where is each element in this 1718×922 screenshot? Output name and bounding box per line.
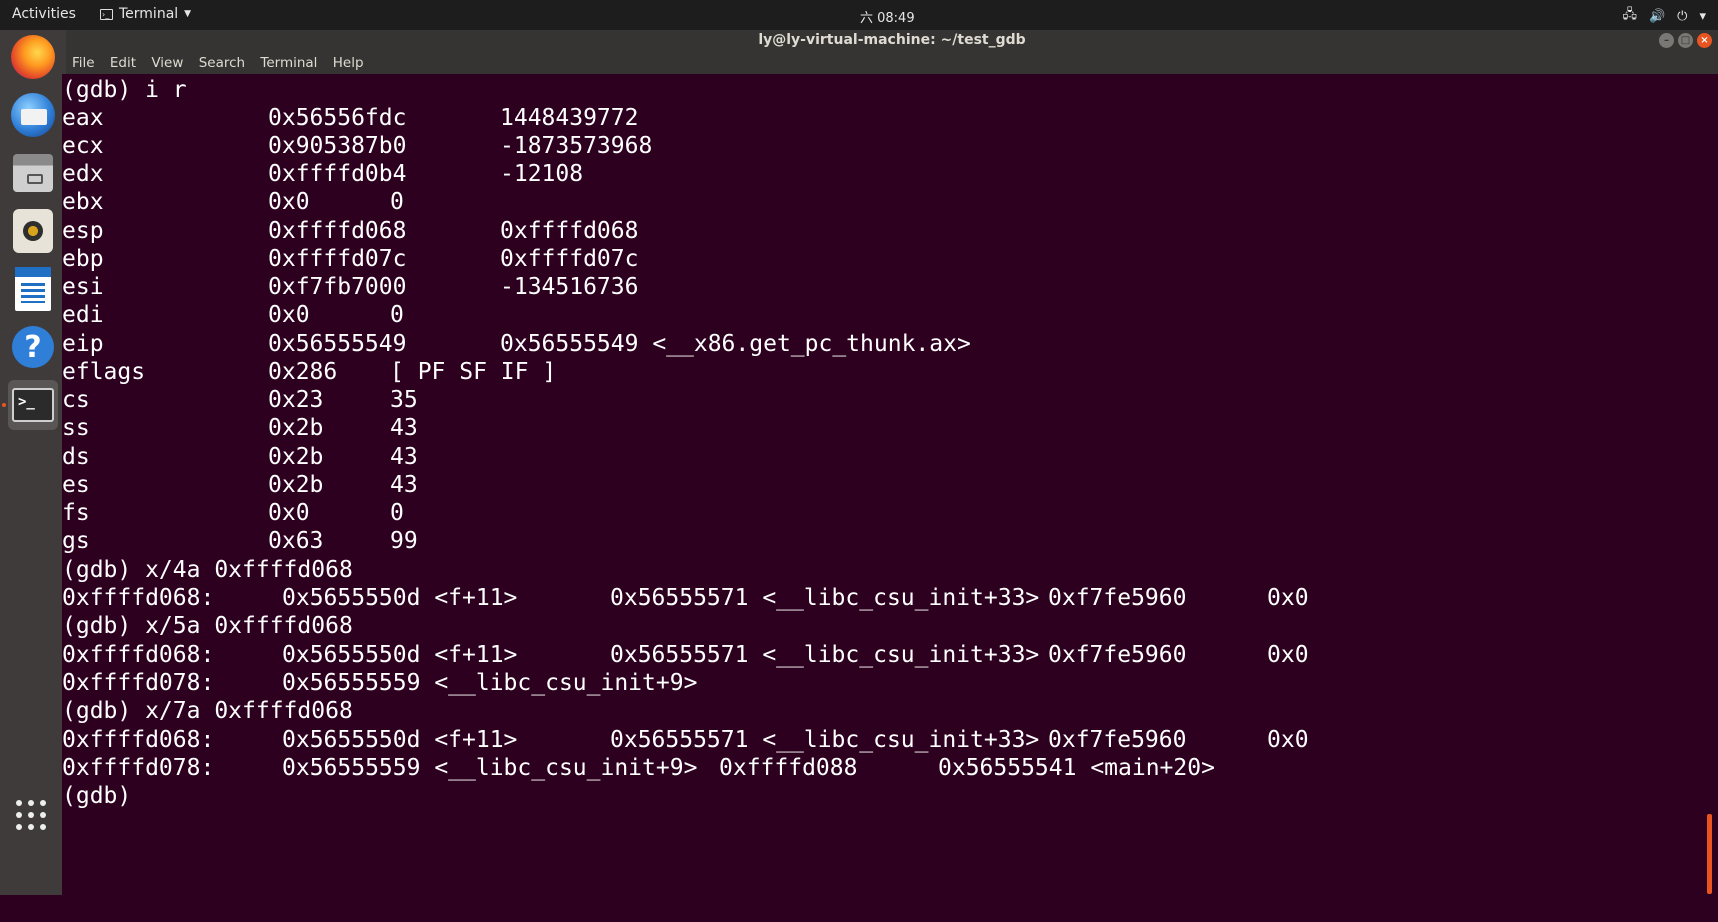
- clock[interactable]: 六 08:49: [860, 7, 915, 26]
- memory-row: 0xffffd068: 0x5655550d <f+11> 0x56555571…: [62, 727, 1309, 753]
- menu-edit[interactable]: Edit: [104, 52, 141, 71]
- memory-row: 0xffffd078: 0x56555559 <__libc_csu_init+…: [62, 755, 1215, 781]
- close-icon[interactable]: ×: [1697, 33, 1712, 48]
- running-indicator: [2, 403, 6, 407]
- register-row: ss 0x2b 43: [62, 415, 418, 441]
- system-tray[interactable]: 🖧 🔊 ⏻ ▾: [1622, 5, 1706, 27]
- register-row: esi 0xf7fb7000 -134516736: [62, 274, 639, 300]
- dock-files[interactable]: [8, 148, 58, 198]
- dock-thunderbird[interactable]: [8, 90, 58, 140]
- register-row: esp 0xffffd068 0xffffd068: [62, 218, 639, 244]
- thunderbird-icon: [11, 93, 55, 137]
- volume-icon[interactable]: 🔊: [1649, 9, 1665, 24]
- menu-terminal[interactable]: Terminal: [254, 52, 322, 71]
- command-line: (gdb) x/7a 0xffffd068: [62, 698, 353, 724]
- dock-rhythmbox[interactable]: [8, 206, 58, 256]
- menu-file[interactable]: File: [66, 52, 100, 71]
- window-controls: – □ ×: [1659, 33, 1712, 48]
- register-row: ds 0x2b 43: [62, 444, 418, 470]
- memory-row: 0xffffd068: 0x5655550d <f+11> 0x56555571…: [62, 585, 1309, 611]
- register-row: eflags 0x286 [ PF SF IF ]: [62, 359, 557, 385]
- top-bar: Activities ›_ Terminal ▼ 六 08:49 🖧 🔊 ⏻ ▾: [0, 0, 1718, 30]
- register-row: ebp 0xffffd07c 0xffffd07c: [62, 246, 639, 272]
- dock-writer[interactable]: [8, 264, 58, 314]
- register-row: fs 0x0 0: [62, 500, 404, 526]
- show-applications-icon[interactable]: [16, 800, 46, 830]
- register-row: ecx 0x905387b0 -1873573968: [62, 133, 653, 159]
- memory-row: 0xffffd078: 0x56555559 <__libc_csu_init+…: [62, 670, 698, 696]
- register-row: eax 0x56556fdc 1448439772: [62, 105, 639, 131]
- register-row: es 0x2b 43: [62, 472, 418, 498]
- power-icon[interactable]: ⏻: [1677, 9, 1687, 24]
- dock: ? >_: [0, 30, 66, 895]
- command-prompt[interactable]: (gdb): [62, 782, 131, 810]
- caret-down-icon[interactable]: ▾: [1699, 9, 1706, 24]
- menu-bar: File Edit View Search Terminal Help: [66, 52, 1718, 74]
- files-icon: [13, 154, 53, 192]
- window-title: ly@ly-virtual-machine: ~/test_gdb: [758, 32, 1026, 48]
- menu-view[interactable]: View: [145, 52, 188, 71]
- maximize-icon[interactable]: □: [1678, 33, 1693, 48]
- dock-terminal[interactable]: >_: [8, 380, 58, 430]
- dock-firefox[interactable]: [8, 32, 58, 82]
- terminal-output[interactable]: (gdb) i r eax 0x56556fdc 1448439772 ecx …: [62, 74, 1712, 895]
- rhythmbox-icon: [13, 209, 53, 253]
- register-row: ebx 0x0 0: [62, 189, 404, 215]
- command-line: (gdb) x/4a 0xffffd068: [62, 557, 353, 583]
- command-line: (gdb) x/5a 0xffffd068: [62, 613, 353, 639]
- register-row: cs 0x23 35: [62, 387, 418, 413]
- firefox-icon: [11, 35, 55, 79]
- scrollbar[interactable]: [1707, 814, 1712, 894]
- app-menu-label: Terminal: [119, 6, 179, 22]
- register-row: edx 0xffffd0b4 -12108: [62, 161, 584, 187]
- minimize-icon[interactable]: –: [1659, 33, 1674, 48]
- memory-row: 0xffffd068: 0x5655550d <f+11> 0x56555571…: [62, 642, 1309, 668]
- register-row: edi 0x0 0: [62, 302, 404, 328]
- command-line: (gdb) i r: [62, 77, 187, 103]
- writer-icon: [15, 267, 51, 311]
- help-icon: ?: [12, 326, 54, 368]
- caret-down-icon: ▼: [184, 9, 192, 19]
- activities-button[interactable]: Activities: [12, 6, 76, 22]
- terminal-mini-icon: ›_: [100, 8, 113, 20]
- dock-help[interactable]: ?: [8, 322, 58, 372]
- terminal-icon: >_: [12, 388, 54, 422]
- menu-search[interactable]: Search: [193, 52, 250, 71]
- menu-help[interactable]: Help: [327, 52, 369, 71]
- window-titlebar[interactable]: ly@ly-virtual-machine: ~/test_gdb – □ ×: [66, 30, 1718, 52]
- app-menu[interactable]: ›_ Terminal ▼: [100, 6, 191, 22]
- register-row: eip 0x56555549 0x56555549 <__x86.get_pc_…: [62, 331, 971, 357]
- network-icon[interactable]: 🖧: [1622, 5, 1637, 27]
- register-row: gs 0x63 99: [62, 528, 418, 554]
